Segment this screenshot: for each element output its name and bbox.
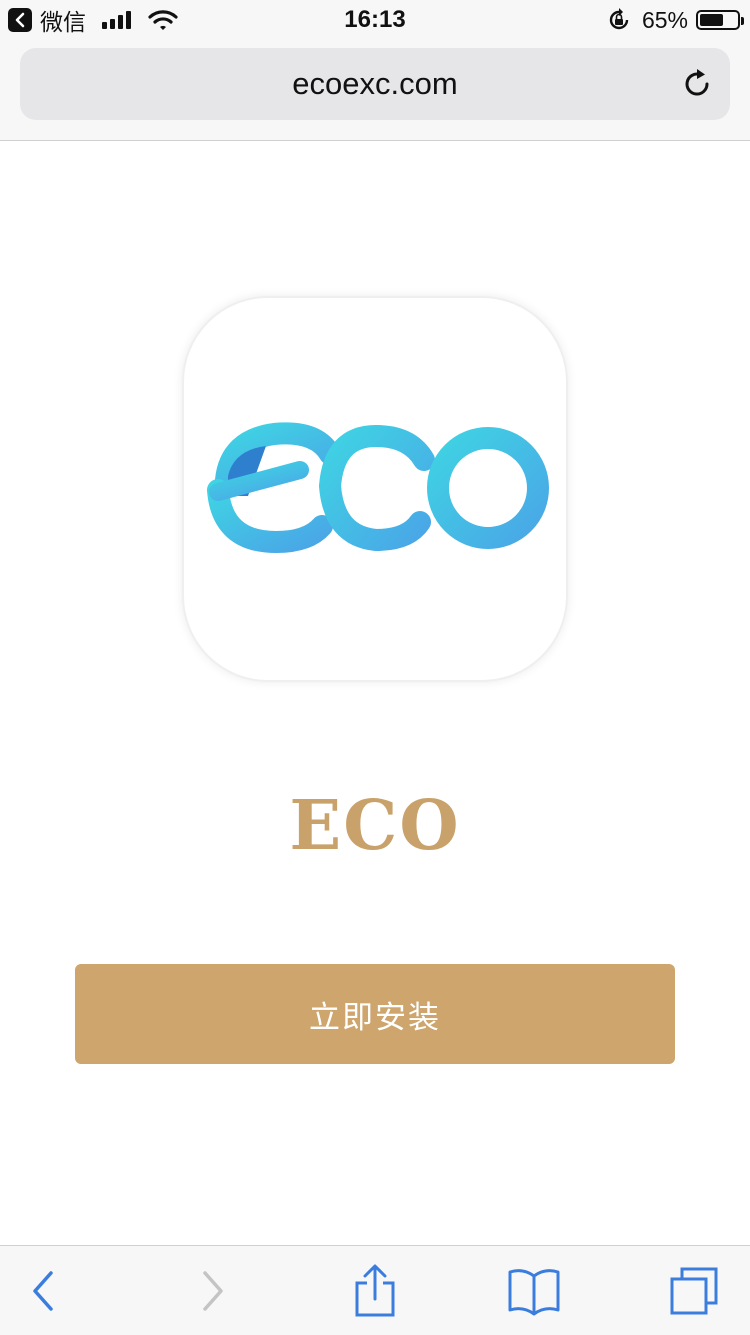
browser-toolbar (0, 1245, 750, 1335)
address-bar[interactable]: ecoexc.com (20, 48, 730, 120)
app-name: ECO (289, 786, 461, 866)
forward-icon (203, 1270, 223, 1311)
status-bar: 微信 16:13 65% (0, 0, 750, 40)
rotation-lock-icon (609, 8, 629, 30)
back-button[interactable] (4, 1246, 84, 1335)
status-right: 65% (606, 6, 744, 34)
share-button[interactable] (335, 1246, 415, 1335)
battery-percent: 65% (641, 6, 688, 33)
wifi-icon (148, 10, 178, 30)
back-to-app-icon[interactable] (8, 8, 32, 32)
status-left: 微信 (8, 3, 178, 37)
tabs-button[interactable] (654, 1246, 734, 1335)
signal-icon (102, 11, 134, 29)
app-icon (182, 296, 568, 682)
browser-address-area: ecoexc.com (0, 40, 750, 141)
bookmarks-button[interactable] (494, 1246, 574, 1335)
share-icon (355, 1264, 395, 1316)
battery-icon (696, 10, 744, 30)
battery-fill (700, 14, 723, 26)
battery-nub (741, 17, 744, 25)
bookmarks-icon (508, 1268, 560, 1315)
install-button[interactable]: 立即安装 (75, 964, 675, 1064)
reload-icon[interactable] (680, 67, 714, 101)
back-app-label[interactable]: 微信 (40, 3, 86, 37)
back-icon (33, 1270, 53, 1311)
tabs-icon (670, 1267, 718, 1314)
url-text[interactable]: ecoexc.com (20, 48, 730, 120)
forward-button[interactable] (172, 1246, 252, 1335)
eco-logo (207, 422, 549, 554)
